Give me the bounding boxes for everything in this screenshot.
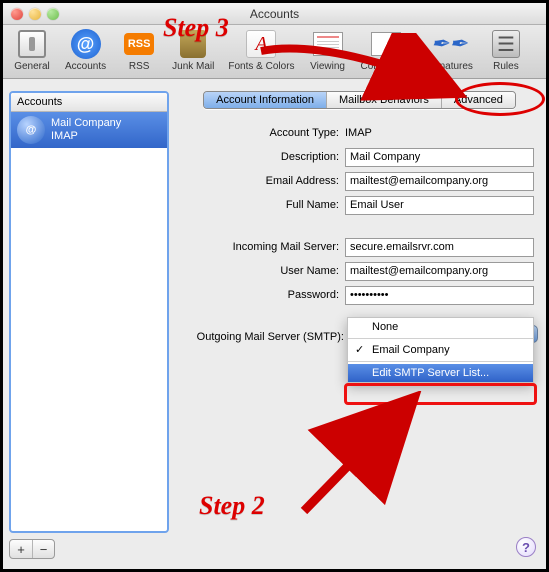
accounts-list-header: Accounts — [11, 93, 167, 112]
composing-icon — [371, 32, 401, 56]
annotation-box-edit-smtp — [344, 383, 537, 405]
smtp-option-none[interactable]: None — [348, 318, 533, 336]
annotation-arrow-step2 — [289, 391, 449, 521]
minimize-traffic-light[interactable] — [29, 8, 41, 20]
password-field[interactable] — [345, 286, 534, 305]
general-icon — [18, 30, 46, 58]
tab-mailbox-behaviors[interactable]: Mailbox Behaviors — [326, 92, 441, 108]
description-field[interactable] — [345, 148, 534, 167]
username-label: User Name: — [185, 265, 345, 277]
toolbar-rules[interactable]: ☰ Rules — [481, 26, 531, 74]
help-button[interactable]: ? — [516, 537, 536, 557]
full-name-field[interactable] — [345, 196, 534, 215]
annotation-step2: Step 2 — [199, 491, 265, 521]
email-address-field[interactable] — [345, 172, 534, 191]
toolbar-viewing[interactable]: Viewing — [303, 26, 353, 74]
tab-advanced[interactable]: Advanced — [441, 92, 515, 108]
email-address-label: Email Address: — [185, 175, 345, 187]
accounts-icon: @ — [71, 29, 101, 59]
menu-separator — [348, 338, 533, 339]
smtp-edit-server-list[interactable]: Edit SMTP Server List... — [348, 364, 533, 382]
menu-separator — [348, 361, 533, 362]
toolbar-general[interactable]: General — [7, 26, 57, 74]
account-item-mail-company[interactable]: @ Mail Company IMAP — [11, 112, 167, 148]
close-traffic-light[interactable] — [11, 8, 23, 20]
account-item-name: Mail Company — [51, 117, 121, 130]
incoming-server-field[interactable] — [345, 238, 534, 257]
account-item-protocol: IMAP — [51, 130, 121, 143]
toolbar-fonts-colors[interactable]: A Fonts & Colors — [222, 26, 300, 74]
username-field[interactable] — [345, 262, 534, 281]
toolbar-signatures[interactable]: ✒✒ Signatures — [419, 26, 479, 74]
password-label: Password: — [185, 289, 345, 301]
preferences-toolbar: General @ Accounts RSS RSS Junk Mail A F… — [3, 25, 546, 79]
description-label: Description: — [185, 151, 345, 163]
add-account-button[interactable]: + — [10, 540, 32, 558]
window-title: Accounts — [3, 7, 546, 21]
rss-icon: RSS — [124, 33, 154, 55]
account-type-value: IMAP — [345, 127, 534, 139]
smtp-label: Outgoing Mail Server (SMTP): — [185, 331, 350, 343]
accounts-list: Accounts @ Mail Company IMAP — [9, 91, 169, 533]
fonts-colors-icon: A — [246, 30, 276, 58]
junk-mail-icon — [180, 30, 206, 58]
signatures-icon: ✒✒ — [431, 31, 468, 57]
rules-icon: ☰ — [492, 30, 520, 58]
viewing-icon — [313, 32, 343, 56]
toolbar-junk-mail[interactable]: Junk Mail — [166, 26, 220, 74]
smtp-option-selected[interactable]: Email Company — [348, 341, 533, 359]
toolbar-composing[interactable]: Composing — [355, 26, 418, 74]
toolbar-rss[interactable]: RSS RSS — [114, 26, 164, 74]
account-type-label: Account Type: — [185, 127, 345, 139]
toolbar-accounts[interactable]: @ Accounts — [59, 26, 112, 74]
incoming-server-label: Incoming Mail Server: — [185, 241, 345, 253]
tab-account-information[interactable]: Account Information — [204, 92, 326, 108]
account-type-icon: @ — [17, 116, 45, 144]
smtp-server-menu: None Email Company Edit SMTP Server List… — [347, 317, 534, 383]
remove-account-button[interactable]: − — [32, 540, 54, 558]
zoom-traffic-light[interactable] — [47, 8, 59, 20]
full-name-label: Full Name: — [185, 199, 345, 211]
